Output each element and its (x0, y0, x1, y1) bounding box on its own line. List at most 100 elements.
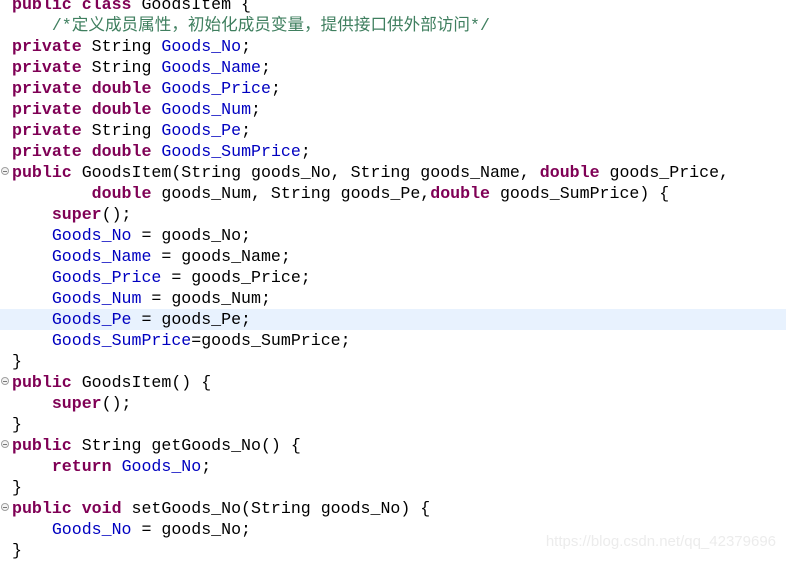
code-text: goods_SumPrice) { (490, 184, 670, 203)
keyword: private (12, 79, 82, 98)
field: Goods_Price (51, 268, 162, 287)
keyword: public (12, 163, 72, 182)
fold-collapse-icon[interactable] (1, 503, 9, 511)
code-line[interactable]: Goods_No = goods_No; (0, 225, 786, 246)
keyword: private (12, 58, 82, 77)
code-line-current[interactable]: Goods_Pe = goods_Pe; (0, 309, 786, 330)
code-text: = goods_Price; (161, 268, 311, 287)
keyword: private (12, 37, 82, 56)
keyword: public (12, 373, 72, 392)
code-line[interactable]: private String Goods_No; (0, 36, 786, 57)
code-line[interactable]: public String getGoods_No() { (0, 435, 786, 456)
keyword: class (81, 0, 132, 14)
keyword: double (430, 184, 490, 203)
code-line[interactable]: } (0, 351, 786, 372)
code-line[interactable]: public void setGoods_No(String goods_No)… (0, 498, 786, 519)
field: Goods_SumPrice (51, 331, 192, 350)
keyword: public (12, 0, 72, 14)
code-text: =goods_SumPrice; (191, 331, 351, 350)
keyword: double (91, 100, 152, 119)
code-line[interactable]: Goods_SumPrice=goods_SumPrice; (0, 330, 786, 351)
field: Goods_No (121, 457, 202, 476)
fold-collapse-icon[interactable] (1, 377, 9, 385)
code-text: (); (101, 394, 132, 413)
code-text: = goods_No; (131, 226, 252, 245)
code-text: String (81, 58, 162, 77)
field: Goods_SumPrice (161, 142, 301, 161)
code-line[interactable]: private String Goods_Pe; (0, 120, 786, 141)
field: Goods_Name (161, 58, 261, 77)
keyword: return (51, 457, 112, 476)
code-text: GoodsItem(String goods_No, String goods_… (71, 163, 540, 182)
keyword: void (81, 499, 122, 518)
code-text: String (81, 37, 162, 56)
code-line[interactable]: super(); (0, 393, 786, 414)
code-line[interactable]: public GoodsItem() { (0, 372, 786, 393)
field: Goods_Num (161, 100, 252, 119)
code-line[interactable]: Goods_Name = goods_Name; (0, 246, 786, 267)
code-text: GoodsItem { (131, 0, 252, 14)
field: Goods_Pe (161, 121, 242, 140)
code-line[interactable]: /*定义成员属性，初始化成员变量，提供接口供外部访问*/ (0, 15, 786, 36)
code-line[interactable]: private double Goods_Price; (0, 78, 786, 99)
code-text: = goods_Num; (141, 289, 271, 308)
code-text: = goods_No; (131, 520, 252, 539)
code-text: goods_Price, (599, 163, 729, 182)
code-line[interactable]: } (0, 477, 786, 498)
keyword: private (12, 142, 82, 161)
keyword: double (91, 79, 152, 98)
comment: /*定义成员属性，初始化成员变量，提供接口供外部访问*/ (51, 16, 490, 35)
code-line[interactable]: double goods_Num, String goods_Pe,double… (0, 183, 786, 204)
code-text: setGoods_No(String goods_No) { (121, 499, 431, 518)
code-line[interactable]: private double Goods_SumPrice; (0, 141, 786, 162)
code-editor[interactable]: public class GoodsItem { /*定义成员属性，初始化成员变… (0, 0, 786, 561)
code-text: GoodsItem() { (71, 373, 212, 392)
keyword: double (91, 184, 152, 203)
code-line[interactable]: } (0, 414, 786, 435)
field: Goods_Num (51, 289, 142, 308)
code-text: ; (241, 121, 252, 140)
code-text: ; (300, 142, 311, 161)
field: Goods_No (161, 37, 242, 56)
code-text: String (81, 121, 162, 140)
keyword: public (12, 499, 72, 518)
code-line[interactable]: private String Goods_Name; (0, 57, 786, 78)
fold-collapse-icon[interactable] (1, 167, 9, 175)
fold-collapse-icon[interactable] (1, 440, 9, 448)
code-text: ; (251, 100, 261, 119)
field: Goods_Pe (51, 310, 132, 329)
field: Goods_Price (161, 79, 271, 98)
code-text: } (12, 541, 22, 560)
code-line[interactable]: Goods_Price = goods_Price; (0, 267, 786, 288)
code-text: = goods_Name; (151, 247, 291, 266)
code-line[interactable]: public class GoodsItem { (0, 0, 786, 15)
code-text: = goods_Pe; (131, 310, 252, 329)
code-line[interactable]: Goods_Num = goods_Num; (0, 288, 786, 309)
code-line[interactable]: private double Goods_Num; (0, 99, 786, 120)
code-text: ; (270, 79, 281, 98)
code-text: } (12, 415, 22, 434)
code-text: } (12, 478, 22, 497)
code-line[interactable]: super(); (0, 204, 786, 225)
field: Goods_Name (51, 247, 152, 266)
watermark: https://blog.csdn.net/qq_42379696 (545, 533, 776, 550)
code-line[interactable]: public GoodsItem(String goods_No, String… (0, 162, 786, 183)
code-line[interactable]: return Goods_No; (0, 456, 786, 477)
